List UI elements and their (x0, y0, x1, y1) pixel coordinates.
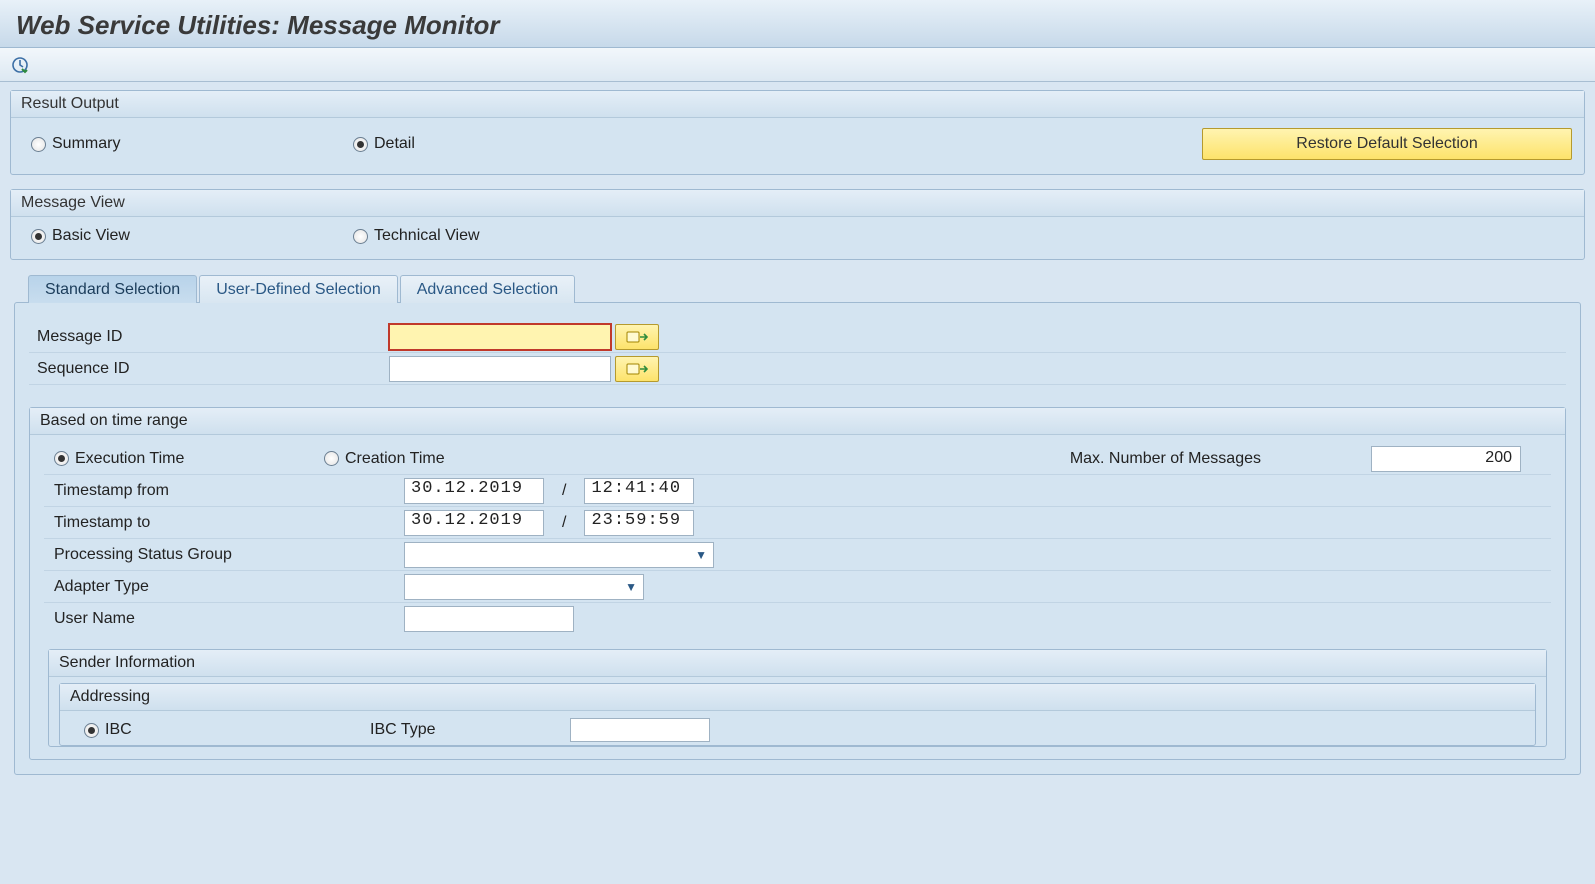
creation-time-radio[interactable]: Creation Time (324, 450, 445, 468)
chevron-down-icon: ▼ (695, 548, 707, 562)
radio-icon (54, 451, 69, 466)
user-name-label: User Name (44, 610, 404, 628)
sender-information-panel: Sender Information Addressing (48, 649, 1547, 747)
tab-advanced-selection[interactable]: Advanced Selection (400, 275, 575, 303)
detail-radio[interactable]: Detail (353, 135, 415, 153)
message-id-multiselect-button[interactable] (615, 324, 659, 350)
execute-icon[interactable] (10, 55, 30, 75)
addressing-title: Addressing (60, 684, 1535, 711)
execution-time-radio[interactable]: Execution Time (54, 450, 184, 468)
processing-status-group-label: Processing Status Group (44, 546, 404, 564)
timestamp-from-time-input[interactable]: 12:41:40 (584, 478, 694, 504)
chevron-down-icon: ▼ (625, 580, 637, 594)
sequence-id-multiselect-button[interactable] (615, 356, 659, 382)
radio-icon (84, 723, 99, 738)
tab-body: Message ID Sequence ID (14, 302, 1581, 775)
time-range-title: Based on time range (30, 408, 1565, 435)
sequence-id-input[interactable] (389, 356, 611, 382)
sender-information-title: Sender Information (49, 650, 1546, 677)
result-output-panel: Result Output Summary Detail Restore Def… (10, 90, 1585, 175)
message-view-panel: Message View Basic View Technical View (10, 189, 1585, 260)
technical-view-radio[interactable]: Technical View (353, 227, 480, 245)
summary-label: Summary (52, 135, 120, 153)
page-title: Web Service Utilities: Message Monitor (16, 10, 1579, 41)
time-range-panel: Based on time range Execution Time (29, 407, 1566, 760)
processing-status-group-dropdown[interactable]: ▼ (404, 542, 714, 568)
radio-icon (324, 451, 339, 466)
timestamp-to-date-input[interactable]: 30.12.2019 (404, 510, 544, 536)
radio-icon (31, 229, 46, 244)
ibc-type-input[interactable] (570, 718, 710, 742)
timestamp-from-label: Timestamp from (44, 482, 404, 500)
execution-time-label: Execution Time (75, 450, 184, 468)
adapter-type-dropdown[interactable]: ▼ (404, 574, 644, 600)
message-id-input[interactable] (389, 324, 611, 350)
basic-view-radio[interactable]: Basic View (23, 227, 353, 245)
message-id-label: Message ID (29, 328, 389, 346)
max-messages-label: Max. Number of Messages (1070, 450, 1261, 468)
tab-standard-selection[interactable]: Standard Selection (28, 275, 197, 303)
ibc-label: IBC (105, 721, 132, 739)
radio-icon (353, 229, 368, 244)
separator: / (562, 482, 566, 500)
toolbar (0, 48, 1595, 82)
radio-icon (31, 137, 46, 152)
creation-time-label: Creation Time (345, 450, 445, 468)
timestamp-to-time-input[interactable]: 23:59:59 (584, 510, 694, 536)
ibc-radio[interactable]: IBC (84, 721, 370, 739)
timestamp-from-date-input[interactable]: 30.12.2019 (404, 478, 544, 504)
max-messages-input[interactable]: 200 (1371, 446, 1521, 472)
separator: / (562, 514, 566, 532)
tab-row: Standard Selection User-Defined Selectio… (10, 274, 1585, 302)
summary-radio[interactable]: Summary (23, 135, 353, 153)
detail-label: Detail (374, 135, 415, 153)
user-name-input[interactable] (404, 606, 574, 632)
result-output-title: Result Output (11, 91, 1584, 118)
adapter-type-label: Adapter Type (44, 578, 404, 596)
title-bar: Web Service Utilities: Message Monitor (0, 0, 1595, 48)
radio-icon (353, 137, 368, 152)
sequence-id-label: Sequence ID (29, 360, 389, 378)
addressing-panel: Addressing IBC (59, 683, 1536, 746)
restore-default-button[interactable]: Restore Default Selection (1202, 128, 1572, 160)
timestamp-to-label: Timestamp to (44, 514, 404, 532)
message-view-title: Message View (11, 190, 1584, 217)
ibc-type-label: IBC Type (370, 721, 570, 739)
tab-user-defined-selection[interactable]: User-Defined Selection (199, 275, 398, 303)
basic-view-label: Basic View (52, 227, 130, 245)
technical-view-label: Technical View (374, 227, 480, 245)
